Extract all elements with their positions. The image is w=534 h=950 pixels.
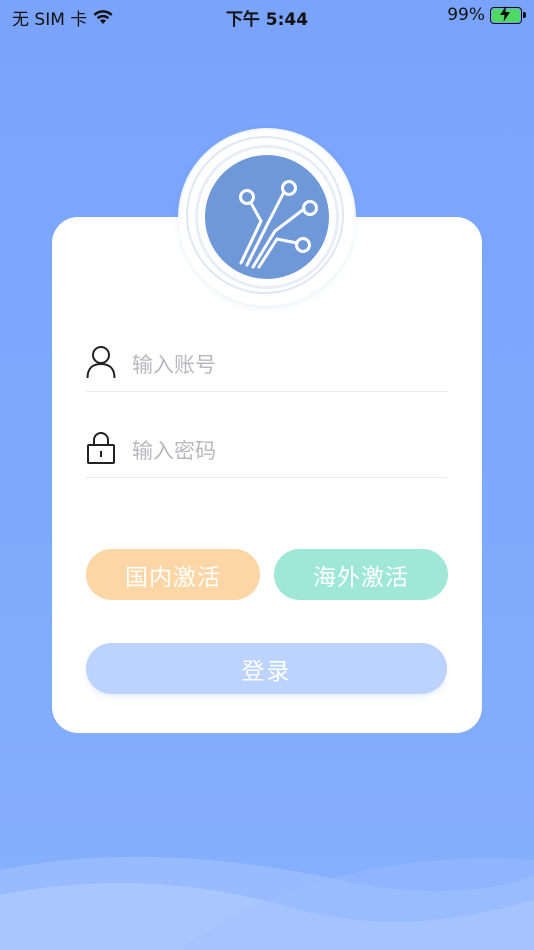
login-button[interactable]: 登录 [86, 643, 447, 694]
lock-icon [87, 432, 115, 464]
battery-icon [490, 5, 526, 24]
background-waves [0, 856, 534, 950]
domestic-activate-button[interactable]: 国内激活 [86, 549, 260, 600]
password-input[interactable] [130, 433, 434, 469]
battery-percent: 99% [447, 5, 485, 25]
account-field[interactable] [86, 333, 447, 392]
password-field[interactable] [86, 419, 447, 478]
overseas-activate-button[interactable]: 海外激活 [274, 549, 448, 600]
app-logo [180, 130, 354, 304]
battery-group: 99% [447, 5, 526, 25]
charging-bolt-icon [500, 5, 510, 22]
status-bar: 无 SIM 卡 下午 5:44 99% [0, 0, 534, 30]
circuit-logo-icon [198, 148, 336, 286]
user-icon [86, 346, 116, 379]
account-input[interactable] [130, 347, 434, 383]
